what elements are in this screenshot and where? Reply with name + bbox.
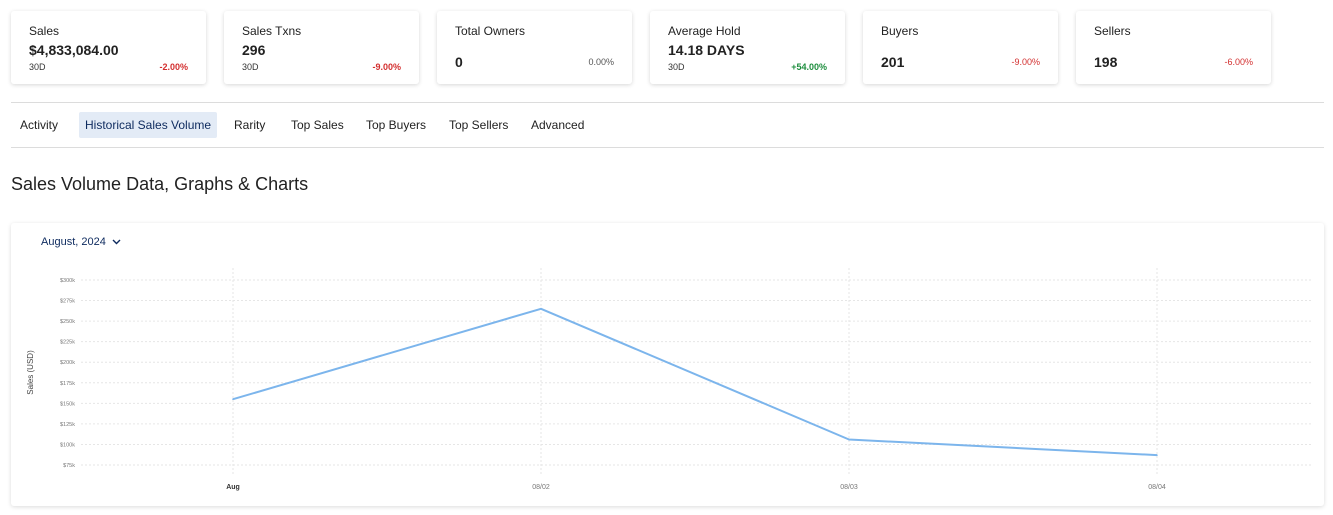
y-tick-label: $225k xyxy=(60,340,75,346)
stat-card-average-hold: Average Hold 14.18 DAYS 30D +54.00% xyxy=(650,11,845,84)
stat-card-sales: Sales $4,833,084.00 30D -2.00% xyxy=(11,11,206,84)
series-line xyxy=(232,307,1158,457)
section-title: Sales Volume Data, Graphs & Charts xyxy=(11,174,309,194)
stat-card-total-owners: Total Owners 0 0.00% xyxy=(437,11,632,84)
stat-title: Sales Txns xyxy=(242,24,302,38)
stat-value: 296 xyxy=(242,42,266,58)
tab-top-sales[interactable]: Top Sales xyxy=(285,112,350,138)
stat-title: Sales xyxy=(29,24,60,38)
tab-historical-sales-volume[interactable]: Historical Sales Volume xyxy=(79,112,218,138)
tab-advanced[interactable]: Advanced xyxy=(525,112,590,138)
tab-top-buyers[interactable]: Top Buyers xyxy=(360,112,432,138)
x-tick-label: 08/03 xyxy=(840,484,858,491)
stat-title: Buyers xyxy=(881,24,919,38)
y-tick-label: $250k xyxy=(60,319,75,325)
tab-activity[interactable]: Activity xyxy=(14,112,64,138)
sales-volume-chart: $75k $100k $125k $150k $175k $200k $225k $250k $… xyxy=(26,268,1311,491)
stat-value: 0 xyxy=(455,54,463,70)
y-axis-label: Sales (USD) xyxy=(26,350,35,395)
stat-card-buyers: Buyers 201 -9.00% xyxy=(863,11,1058,84)
y-tick-label: $75k xyxy=(63,463,75,469)
stat-period: 30D xyxy=(29,62,46,72)
x-tick-label: Aug xyxy=(226,484,240,491)
tabs-divider xyxy=(11,147,1324,148)
stat-card-sellers: Sellers 198 -6.00% xyxy=(1076,11,1271,84)
x-tick-label: 08/02 xyxy=(532,484,550,491)
stat-period: 30D xyxy=(668,62,685,72)
tab-top-sellers[interactable]: Top Sellers xyxy=(443,112,514,138)
stat-change: +54.00% xyxy=(791,62,827,72)
x-tick-label: 08/04 xyxy=(1148,484,1166,491)
chart-card: August, 2024 $75k $100k $125k $150k $175k $20… xyxy=(11,223,1324,506)
stat-value: 14.18 DAYS xyxy=(668,42,745,58)
y-tick-label: $175k xyxy=(60,381,75,387)
stat-change: -9.00% xyxy=(1011,57,1040,67)
top-divider xyxy=(11,102,1324,103)
data-point xyxy=(540,307,542,310)
stat-change: 0.00% xyxy=(588,57,614,67)
stat-value: $4,833,084.00 xyxy=(29,42,119,58)
data-point xyxy=(848,438,850,441)
stat-change: -6.00% xyxy=(1224,57,1253,67)
stat-title: Sellers xyxy=(1094,24,1131,38)
stat-title: Average Hold xyxy=(668,24,741,38)
data-point xyxy=(1156,454,1158,456)
stat-change: -2.00% xyxy=(159,62,188,72)
y-tick-label: $150k xyxy=(60,401,75,407)
stat-title: Total Owners xyxy=(455,24,526,38)
stat-change: -9.00% xyxy=(372,62,401,72)
y-tick-label: $125k xyxy=(60,422,75,428)
stat-value: 201 xyxy=(881,54,905,70)
y-tick-label: $100k xyxy=(60,442,75,448)
stat-card-sales-txns: Sales Txns 296 30D -9.00% xyxy=(224,11,419,84)
tab-rarity[interactable]: Rarity xyxy=(228,112,271,138)
y-tick-label: $275k xyxy=(60,299,75,305)
data-point xyxy=(232,398,234,401)
y-tick-label: $300k xyxy=(60,278,75,284)
y-tick-label: $200k xyxy=(60,360,75,366)
stat-value: 198 xyxy=(1094,54,1118,70)
stat-period: 30D xyxy=(242,62,259,72)
